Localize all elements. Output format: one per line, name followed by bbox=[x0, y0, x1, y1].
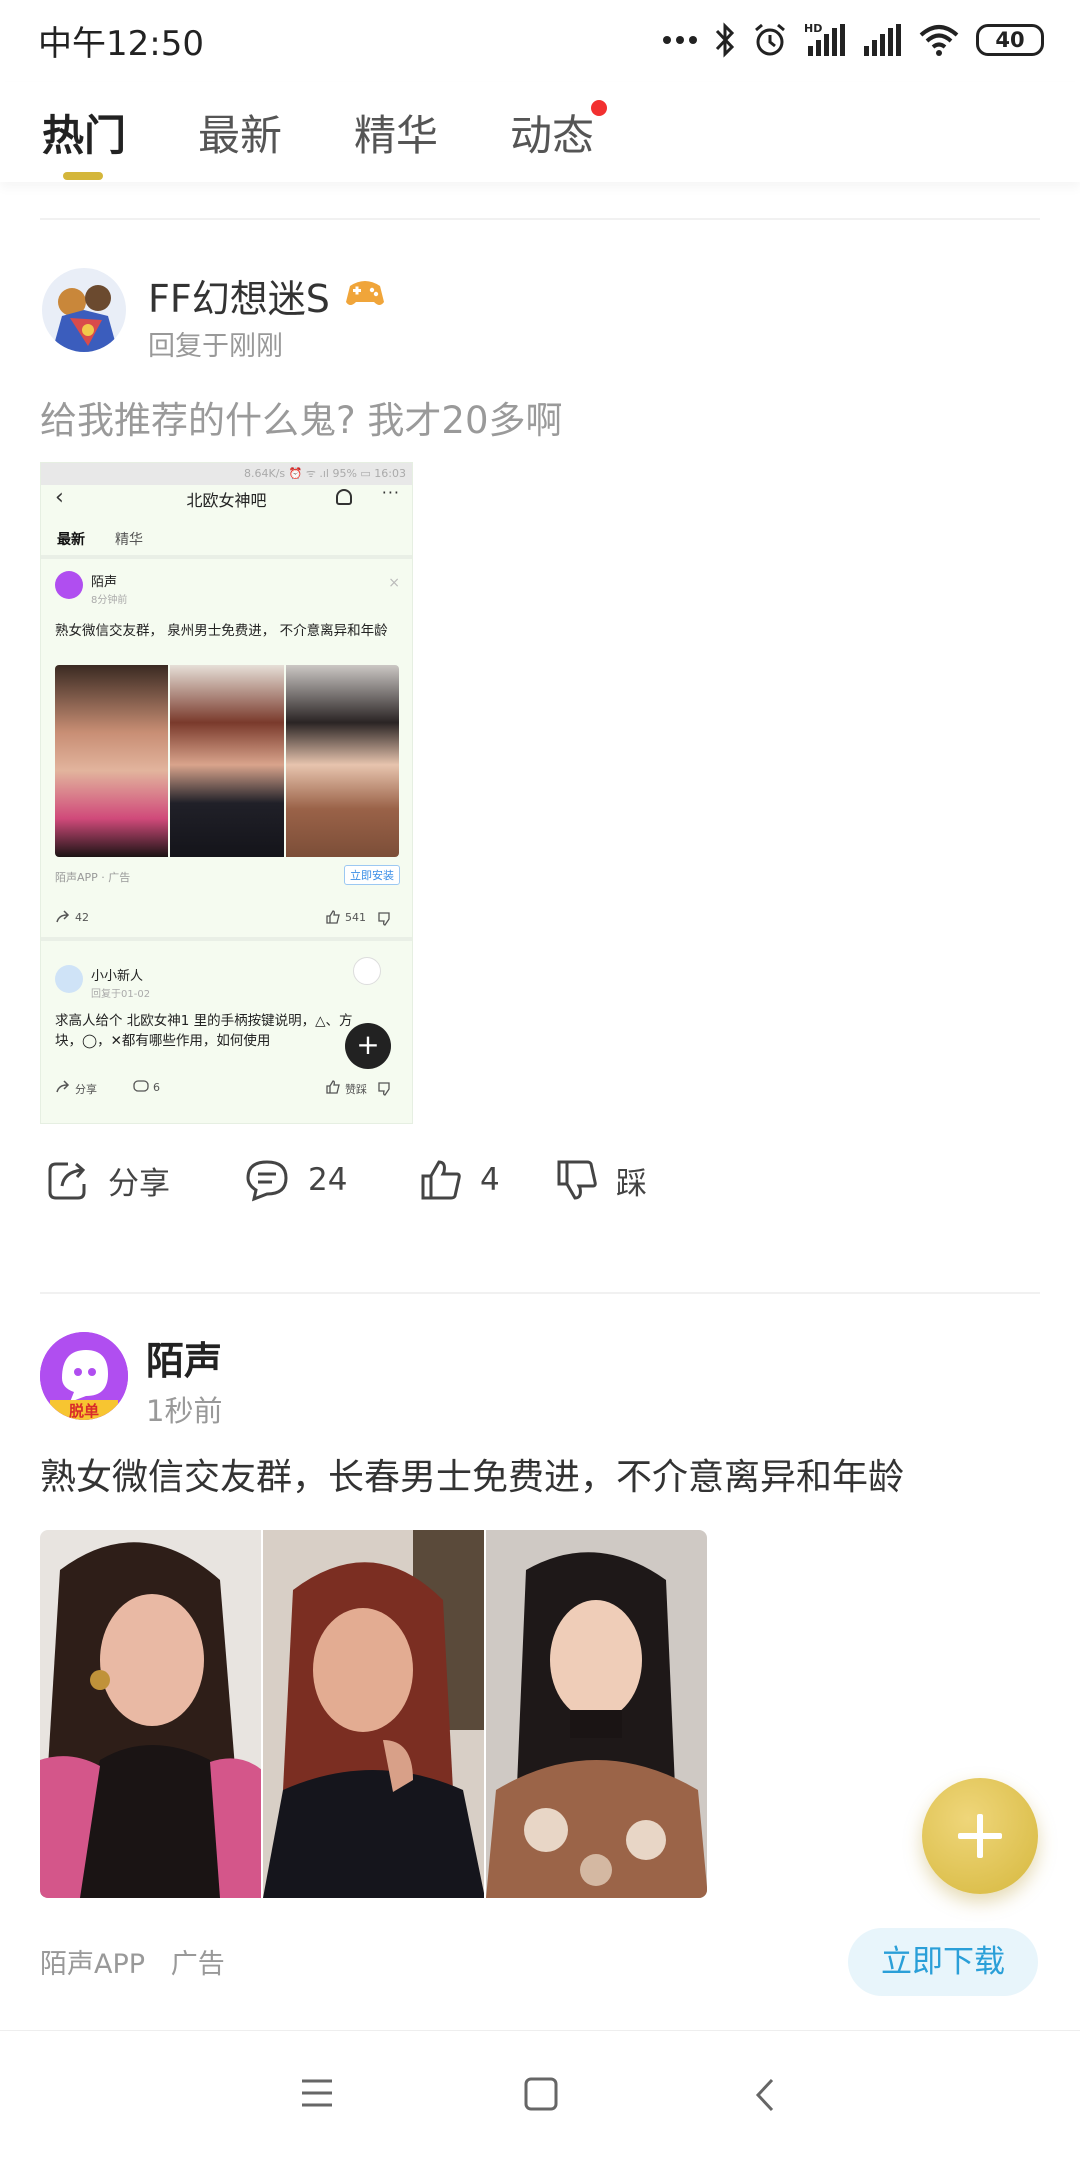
post-photo[interactable] bbox=[486, 1530, 707, 1898]
screenshot-text: 熟女微信交友群， 泉州男士免费进， 不介意离异和年龄 bbox=[55, 623, 388, 639]
divider bbox=[40, 1292, 1040, 1294]
tab-activity[interactable]: 动态 bbox=[510, 102, 594, 163]
screenshot-share-label: 分享 bbox=[75, 1083, 97, 1096]
more-icon: ··· bbox=[381, 483, 400, 502]
thumbs-down-icon bbox=[378, 912, 390, 926]
tab-bar: 热门 最新 精华 动态 bbox=[0, 82, 1080, 182]
screenshot-author: 陌声 bbox=[91, 575, 118, 590]
post-meta: 1秒前 bbox=[146, 1394, 223, 1428]
post-meta: 回复于刚刚 bbox=[148, 331, 283, 362]
avatar[interactable] bbox=[42, 268, 126, 352]
avatar bbox=[55, 571, 83, 599]
avatar bbox=[55, 965, 83, 993]
divider bbox=[40, 218, 1040, 220]
screenshot-add-icon: + bbox=[345, 1023, 391, 1069]
comment-button[interactable]: 24 bbox=[244, 1150, 347, 1210]
thumbs-down-icon bbox=[557, 1160, 597, 1200]
thumbs-up-icon bbox=[326, 910, 340, 924]
ad-label: 陌声APP 广告 bbox=[40, 1949, 225, 1980]
notification-dot bbox=[591, 100, 607, 116]
comment-count: 24 bbox=[308, 1162, 348, 1198]
share-icon bbox=[56, 910, 70, 923]
post-author-name[interactable]: 陌声 bbox=[146, 1330, 222, 1385]
share-label: 分享 bbox=[108, 1165, 170, 1202]
share-icon bbox=[48, 1162, 86, 1200]
refresh-icon bbox=[353, 957, 381, 985]
screenshot-ad-label: 陌声APP · 广告 bbox=[55, 871, 131, 884]
screenshot-status-bar: 8.64K/s ⏰ ᯤ .ıl 95% ▭ 16:03 bbox=[41, 463, 412, 485]
post-photo-grid[interactable] bbox=[40, 1530, 707, 1898]
tab-featured[interactable]: 精华 bbox=[354, 102, 438, 163]
signal-icon bbox=[864, 24, 901, 56]
home-square-icon[interactable] bbox=[524, 2077, 558, 2111]
comment-icon bbox=[246, 1160, 288, 1202]
svg-text:脱单: 脱单 bbox=[69, 1402, 99, 1420]
comment-icon bbox=[133, 1080, 149, 1092]
avatar[interactable]: 脱单 bbox=[40, 1332, 128, 1420]
share-button[interactable]: 分享 bbox=[46, 1150, 170, 1210]
post-photo[interactable] bbox=[263, 1530, 484, 1898]
screenshot-time: 回复于01-02 bbox=[91, 989, 151, 1000]
screenshot-author: 小小新人 bbox=[91, 969, 144, 984]
thumbs-up-icon bbox=[326, 1080, 340, 1094]
status-bar: 中午12:50 HD 40 bbox=[0, 0, 1080, 78]
screenshot-time: 8分钟前 bbox=[91, 595, 128, 606]
post-screenshot-image[interactable]: 8.64K/s ⏰ ᯤ .ıl 95% ▭ 16:03 ‹ 北欧女神吧 ··· … bbox=[40, 462, 413, 1124]
signal-icon: HD bbox=[804, 22, 845, 56]
bluetooth-icon bbox=[715, 22, 735, 58]
active-tab-indicator bbox=[63, 172, 103, 180]
like-count: 4 bbox=[480, 1162, 500, 1198]
status-time: 中午12:50 bbox=[38, 24, 204, 64]
dislike-button[interactable]: 踩 bbox=[556, 1150, 647, 1210]
thumbs-up-icon bbox=[421, 1160, 461, 1200]
back-chevron-icon[interactable] bbox=[754, 2077, 776, 2113]
close-icon: × bbox=[388, 575, 400, 591]
post-text[interactable]: 给我推荐的什么鬼? 我才20多啊 bbox=[40, 390, 562, 444]
screenshot-like-label: 赞踩 bbox=[345, 1083, 367, 1096]
divider bbox=[41, 555, 412, 559]
post-photo[interactable] bbox=[40, 1530, 261, 1898]
screenshot-comment-count: 6 bbox=[153, 1081, 160, 1094]
alarm-icon bbox=[755, 23, 785, 56]
screenshot-share-count: 42 bbox=[75, 911, 89, 924]
tab-latest[interactable]: 最新 bbox=[198, 102, 282, 163]
divider bbox=[41, 937, 412, 941]
status-icons: HD 40 bbox=[662, 18, 1044, 62]
post-text[interactable]: 熟女微信交友群，长春男士免费进，不介意离异和年龄 bbox=[40, 1448, 904, 1500]
share-icon bbox=[56, 1080, 70, 1093]
gamepad-badge-icon bbox=[346, 281, 384, 305]
screenshot-install-button: 立即安装 bbox=[344, 865, 400, 885]
like-button[interactable]: 4 bbox=[420, 1150, 500, 1210]
battery-icon: 40 bbox=[976, 24, 1044, 56]
tab-hot[interactable]: 热门 bbox=[42, 102, 126, 163]
dislike-label: 踩 bbox=[616, 1165, 647, 1202]
bell-icon bbox=[336, 489, 352, 505]
download-button[interactable]: 立即下载 bbox=[848, 1928, 1038, 1996]
add-post-button[interactable] bbox=[922, 1778, 1038, 1894]
menu-icon[interactable] bbox=[300, 2077, 334, 2109]
more-dots-icon bbox=[663, 36, 697, 44]
screenshot-photos bbox=[55, 665, 399, 857]
screenshot-text: 求高人给个 北欧女神1 里的手柄按键说明，△、方块，◯，✕都有哪些作用，如何使用 bbox=[55, 1013, 353, 1049]
system-nav-bar bbox=[0, 2030, 1080, 2160]
thumbs-down-icon bbox=[378, 1082, 390, 1096]
screenshot-tab: 精华 bbox=[115, 532, 143, 548]
screenshot-title: 北欧女神吧 bbox=[186, 491, 267, 510]
screenshot-like-count: 541 bbox=[345, 911, 366, 924]
wifi-icon bbox=[919, 25, 959, 56]
screenshot-tab: 最新 bbox=[57, 532, 85, 548]
post-author-name[interactable]: FF幻想迷S bbox=[148, 268, 330, 323]
svg-text:HD: HD bbox=[804, 22, 822, 35]
